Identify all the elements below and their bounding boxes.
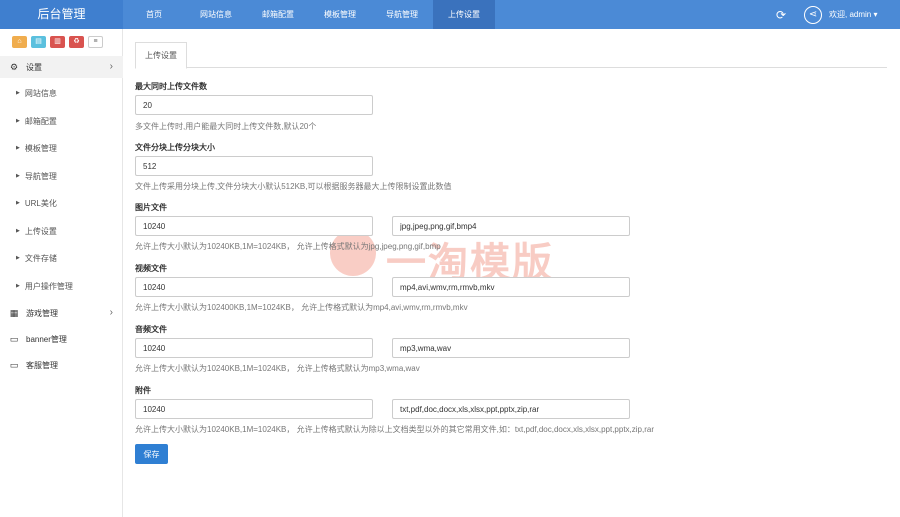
home-icon[interactable]: ⌂ — [12, 36, 27, 48]
watermark-logo-icon — [330, 230, 376, 276]
sidebar-item-mail-config[interactable]: ▶ 邮箱配置 — [0, 108, 123, 135]
menu-game[interactable]: ▦ 游戏管理 › — [0, 302, 123, 324]
sidebar-item-navigation[interactable]: ▶ 导航管理 — [0, 163, 123, 190]
brand-title[interactable]: 后台管理 — [0, 0, 123, 29]
max-files-hint: 多文件上传时,用户能最大同时上传文件数,默认20个 — [135, 122, 317, 131]
image-size-input[interactable] — [135, 216, 373, 236]
audio-size-input[interactable] — [135, 338, 373, 358]
gears-icon: ⚙ — [9, 61, 19, 72]
top-bar: 后台管理 首页 网站信息 邮箱配置 模板管理 导航管理 上传设置 ⟳ ⋖ 欢迎,… — [0, 0, 900, 29]
attachment-label: 附件 — [135, 386, 151, 395]
recycle-icon[interactable]: ♻ — [69, 36, 84, 48]
video-types-input[interactable] — [392, 277, 630, 297]
caret-right-icon: ▶ — [16, 118, 20, 125]
caret-right-icon: ▶ — [16, 255, 20, 262]
quick-actions: ⌂ ▤ ▥ ♻ ≡ — [12, 36, 103, 48]
menu-settings[interactable]: ⚙ 设置 › — [0, 56, 123, 78]
caret-right-icon: ▶ — [16, 145, 20, 152]
image-hint: 允许上传大小默认为10240KB,1M=1024KB， 允许上传格式默认为jpg… — [135, 242, 441, 251]
video-hint: 允许上传大小默认为102400KB,1M=1024KB， 允许上传格式默认为mp… — [135, 303, 468, 312]
chevron-right-icon: › — [109, 61, 113, 72]
monitor-icon: ▭ — [9, 333, 19, 344]
nav-site-info[interactable]: 网站信息 — [185, 0, 247, 29]
menu-settings-label: 设置 — [26, 62, 42, 72]
chunk-size-label: 文件分块上传分块大小 — [135, 143, 215, 152]
caret-right-icon: ▶ — [16, 200, 20, 207]
sidebar-item-url-rewrite[interactable]: ▶ URL美化 — [0, 190, 123, 217]
audio-hint: 允许上传大小默认为10240KB,1M=1024KB， 允许上传格式默认为mp3… — [135, 364, 420, 373]
user-menu[interactable]: 欢迎, admin ▾ — [829, 0, 877, 29]
chunk-size-input[interactable] — [135, 156, 373, 176]
attachment-size-input[interactable] — [135, 399, 373, 419]
menu-banner-label: banner管理 — [26, 334, 67, 344]
file-icon[interactable]: ▤ — [31, 36, 46, 48]
attachment-types-input[interactable] — [392, 399, 630, 419]
nav-navigation[interactable]: 导航管理 — [371, 0, 433, 29]
grid-icon: ▦ — [9, 307, 19, 318]
menu-game-label: 游戏管理 — [26, 308, 58, 318]
video-label: 视频文件 — [135, 264, 167, 273]
max-files-label: 最大同时上传文件数 — [135, 82, 207, 91]
video-size-input[interactable] — [135, 277, 373, 297]
chunk-size-hint: 文件上传采用分块上传,文件分块大小默认512KB,可以根据服务器最大上传限制设置… — [135, 182, 452, 191]
share-icon[interactable]: ⋖ — [804, 6, 822, 24]
menu-service[interactable]: ▭ 客服管理 — [0, 354, 123, 376]
nav-upload-settings[interactable]: 上传设置 — [433, 0, 495, 29]
caret-right-icon: ▶ — [16, 283, 20, 290]
menu-service-label: 客服管理 — [26, 360, 58, 370]
sidebar-item-template[interactable]: ▶ 模板管理 — [0, 135, 123, 162]
max-files-input[interactable] — [135, 95, 373, 115]
nav-template[interactable]: 模板管理 — [309, 0, 371, 29]
monitor-icon: ▭ — [9, 359, 19, 370]
sidebar-item-upload-settings[interactable]: ▶ 上传设置 — [0, 218, 123, 245]
caret-right-icon: ▶ — [16, 228, 20, 235]
audio-types-input[interactable] — [392, 338, 630, 358]
image-label: 图片文件 — [135, 203, 167, 212]
top-nav: 首页 网站信息 邮箱配置 模板管理 导航管理 上传设置 — [123, 0, 495, 29]
list-icon[interactable]: ≡ — [88, 36, 103, 48]
sidebar: ⌂ ▤ ▥ ♻ ≡ ⚙ 设置 › ▶ 网站信息 ▶ 邮箱配置 ▶ 模板管理 ▶ 导航管理… — [0, 29, 123, 517]
caret-right-icon: ▶ — [16, 173, 20, 180]
sidebar-item-user-actions[interactable]: ▶ 用户操作管理 — [0, 273, 123, 300]
refresh-icon[interactable]: ⟳ — [773, 7, 789, 23]
save-button[interactable]: 保存 — [135, 444, 168, 464]
tab-upload-settings[interactable]: 上传设置 — [135, 42, 187, 69]
nav-mail-config[interactable]: 邮箱配置 — [247, 0, 309, 29]
tab-bar: 上传设置 — [135, 42, 887, 69]
trash-icon[interactable]: ▥ — [50, 36, 65, 48]
attachment-hint: 允许上传大小默认为10240KB,1M=1024KB， 允许上传格式默认为除以上… — [135, 425, 655, 434]
audio-label: 音频文件 — [135, 325, 167, 334]
nav-home[interactable]: 首页 — [123, 0, 185, 29]
chevron-right-icon: › — [109, 307, 113, 318]
caret-right-icon: ▶ — [16, 90, 20, 97]
sidebar-item-file-storage[interactable]: ▶ 文件存储 — [0, 245, 123, 272]
image-types-input[interactable] — [392, 216, 630, 236]
sidebar-item-site-info[interactable]: ▶ 网站信息 — [0, 80, 123, 107]
menu-banner[interactable]: ▭ banner管理 — [0, 328, 123, 350]
